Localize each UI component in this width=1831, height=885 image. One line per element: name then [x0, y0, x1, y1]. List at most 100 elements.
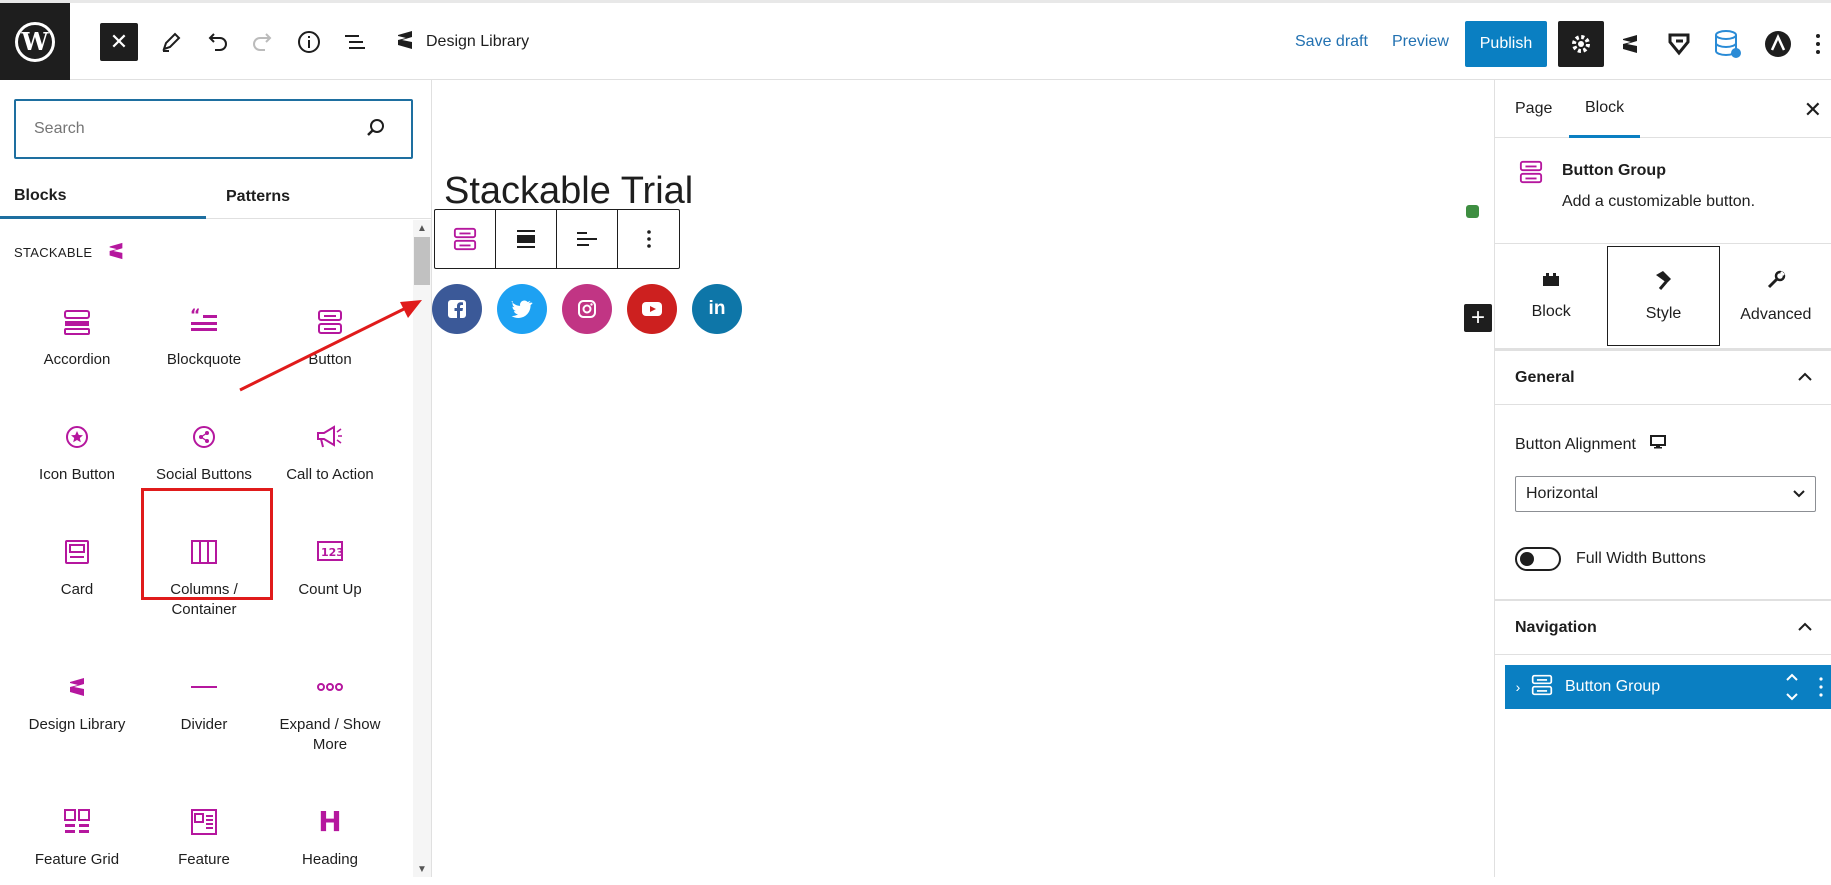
facebook-button[interactable]	[432, 284, 482, 334]
block-label: Divider	[180, 716, 228, 733]
linkedin-button[interactable]: in	[692, 284, 742, 334]
divider-icon	[141, 663, 267, 711]
chevron-down-icon	[1793, 485, 1805, 503]
block-expand-show-more[interactable]: Expand / Show More	[267, 663, 393, 755]
navigation-item-button-group[interactable]: › Button Group	[1505, 665, 1831, 709]
astra-plugin-icon[interactable]	[1761, 27, 1795, 61]
editor-canvas[interactable]: Stackable Trial in +	[432, 80, 1494, 877]
block-search-input[interactable]	[16, 101, 346, 157]
info-icon[interactable]	[290, 23, 328, 61]
chevron-right-icon[interactable]: ›	[1505, 679, 1531, 695]
block-label: Columns / Container	[170, 581, 238, 618]
shield-plugin-icon[interactable]	[1662, 27, 1696, 61]
close-inserter-button[interactable]: ✕	[100, 23, 138, 61]
block-label: Feature Grid	[34, 851, 120, 868]
icon-button-icon	[14, 413, 140, 461]
block-call-to-action[interactable]: Call to Action	[267, 413, 393, 485]
block-feature-grid[interactable]: Feature Grid	[14, 798, 140, 870]
general-panel-header[interactable]: General	[1495, 349, 1831, 405]
tab-page[interactable]: Page	[1515, 80, 1552, 138]
button-alignment-label: Button Alignment	[1515, 435, 1666, 454]
database-plugin-icon[interactable]	[1711, 27, 1745, 61]
inspector-tab-block[interactable]: Block	[1495, 246, 1607, 346]
scrollbar-thumb[interactable]	[414, 237, 430, 285]
block-columns-container[interactable]: Columns / Container	[141, 528, 267, 620]
inspector-tab-label: Style	[1645, 304, 1682, 322]
wrench-icon	[1765, 269, 1787, 296]
wordpress-logo-icon[interactable]: W	[0, 3, 70, 80]
block-options-icon[interactable]	[618, 210, 679, 268]
stackable-logo-icon	[14, 663, 140, 711]
block-label: Call to Action	[286, 466, 374, 483]
block-label: Card	[60, 581, 94, 598]
svg-text:“: “	[190, 308, 201, 324]
close-sidebar-icon[interactable]: ✕	[1804, 97, 1822, 123]
megaphone-icon	[267, 413, 393, 461]
button-group-icon	[1519, 158, 1543, 191]
inspector-tab-label: Advanced	[1740, 305, 1812, 323]
scroll-down-arrow[interactable]: ▼	[413, 862, 431, 876]
block-count-up[interactable]: 1234 Count Up	[267, 528, 393, 600]
tab-blocks[interactable]: Blocks	[0, 175, 206, 219]
stackable-logo-icon	[394, 29, 416, 56]
tab-block[interactable]: Block	[1569, 80, 1641, 138]
share-icon	[141, 413, 267, 461]
item-options-icon[interactable]	[1819, 677, 1823, 702]
list-view-icon[interactable]	[336, 23, 374, 61]
block-social-buttons[interactable]: Social Buttons	[141, 413, 267, 485]
tab-patterns[interactable]: Patterns	[226, 175, 290, 219]
block-divider[interactable]: Divider	[141, 663, 267, 735]
block-accordion[interactable]: Accordion	[14, 298, 140, 370]
feature-icon	[141, 798, 267, 846]
annotation-arrow	[239, 300, 422, 392]
move-up-down-icon[interactable]	[1785, 669, 1799, 710]
text-align-left-icon[interactable]	[557, 210, 618, 268]
button-alignment-text: Button Alignment	[1515, 435, 1636, 453]
stackable-logo-icon	[106, 240, 126, 265]
block-align-icon[interactable]	[496, 210, 557, 268]
columns-icon	[141, 528, 267, 576]
full-width-toggle[interactable]	[1515, 547, 1561, 571]
preview-button[interactable]: Preview	[1392, 33, 1449, 51]
instagram-button[interactable]	[562, 284, 612, 334]
twitter-button[interactable]	[497, 284, 547, 334]
block-heading[interactable]: H Heading	[267, 798, 393, 870]
block-toolbar	[434, 209, 680, 269]
block-card: Button Group Add a customizable button.	[1495, 138, 1831, 244]
stackable-plugin-icon[interactable]	[1613, 27, 1647, 61]
accordion-icon	[14, 298, 140, 346]
inspector-tab-style[interactable]: Style	[1607, 246, 1720, 346]
save-draft-button[interactable]: Save draft	[1295, 33, 1368, 51]
redo-icon[interactable]	[244, 23, 282, 61]
block-card[interactable]: Card	[14, 528, 140, 600]
scroll-up-arrow[interactable]: ▲	[413, 221, 431, 235]
button-alignment-select[interactable]: Horizontal	[1515, 476, 1816, 512]
youtube-button[interactable]	[627, 284, 677, 334]
card-icon	[14, 528, 140, 576]
more-options-icon[interactable]	[1808, 27, 1828, 61]
inspector-tab-advanced[interactable]: Advanced	[1720, 246, 1831, 346]
navigation-panel-header[interactable]: Navigation	[1495, 599, 1831, 655]
full-width-toggle-row: Full Width Buttons	[1515, 547, 1706, 571]
heading-icon: H	[318, 805, 342, 838]
desktop-icon[interactable]	[1649, 435, 1666, 454]
block-icon-button[interactable]: Icon Button	[14, 413, 140, 485]
count-up-icon: 1234	[267, 528, 393, 576]
block-icon	[1541, 272, 1561, 293]
settings-gear-icon[interactable]	[1558, 21, 1604, 67]
navigation-item-label: Button Group	[1565, 678, 1661, 695]
settings-sidebar: Page Block ✕ Button Group Add a customiz…	[1494, 80, 1831, 877]
edit-pencil-icon[interactable]	[152, 23, 190, 61]
add-block-button[interactable]: +	[1464, 304, 1492, 332]
block-label: Accordion	[43, 351, 111, 368]
button-group-block-icon[interactable]	[435, 210, 496, 268]
block-search[interactable]	[14, 99, 413, 159]
category-heading: STACKABLE	[14, 240, 126, 265]
undo-icon[interactable]	[198, 23, 236, 61]
block-design-library[interactable]: Design Library	[14, 663, 140, 735]
brush-icon	[1653, 270, 1675, 295]
publish-button[interactable]: Publish	[1465, 21, 1547, 67]
page-title[interactable]: Stackable Trial	[444, 170, 693, 213]
document-title[interactable]: Design Library	[394, 21, 529, 63]
block-feature[interactable]: Feature	[141, 798, 267, 870]
